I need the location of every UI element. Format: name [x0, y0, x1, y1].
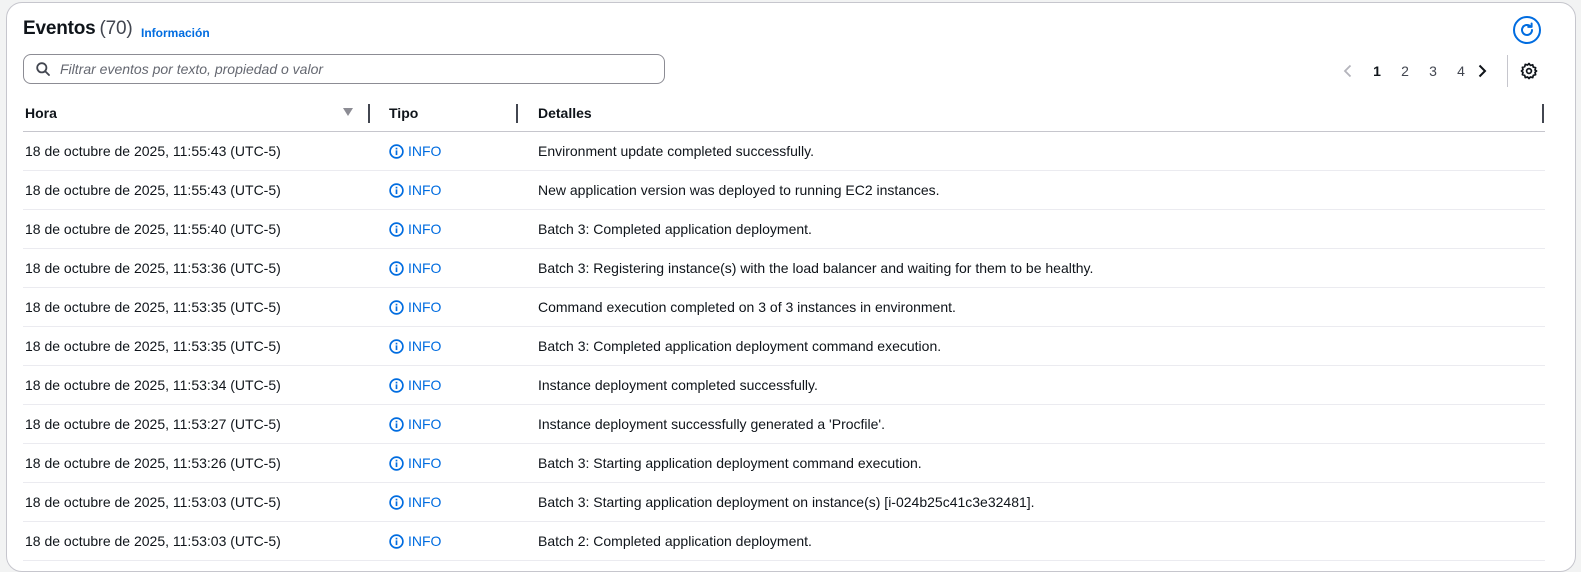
pagination: 1 2 3 4 [1341, 61, 1489, 81]
event-details: Batch 3: Registering instance(s) with th… [538, 260, 1094, 276]
table-row: 18 de octubre de 2025, 11:53:35 (UTC-5) I… [23, 288, 1545, 327]
event-type: INFO [389, 221, 441, 237]
column-header-detalles: Detalles [538, 105, 592, 121]
event-type: INFO [389, 338, 441, 354]
previous-page-button[interactable] [1341, 64, 1355, 78]
event-time: 18 de octubre de 2025, 11:53:35 (UTC-5) [25, 338, 281, 354]
refresh-button[interactable] [1513, 16, 1541, 44]
event-type-label: INFO [408, 299, 442, 315]
search-icon [36, 62, 50, 76]
panel-title-text: Eventos [23, 18, 96, 39]
info-circle-icon [389, 221, 404, 237]
info-circle-icon [389, 299, 404, 315]
event-time: 18 de octubre de 2025, 11:55:40 (UTC-5) [25, 221, 281, 237]
table-row: 18 de octubre de 2025, 11:53:03 (UTC-5) I… [23, 522, 1545, 561]
event-type: INFO [389, 455, 441, 471]
table-row: 18 de octubre de 2025, 11:53:27 (UTC-5) I… [23, 405, 1545, 444]
event-time: 18 de octubre de 2025, 11:53:27 (UTC-5) [25, 416, 281, 432]
events-count: (70) [99, 18, 133, 39]
event-time: 18 de octubre de 2025, 11:53:36 (UTC-5) [25, 260, 281, 276]
info-circle-icon [389, 416, 404, 432]
search-input[interactable] [58, 60, 642, 78]
preferences-button[interactable] [1520, 62, 1538, 80]
event-type: INFO [389, 260, 441, 276]
table-row: 18 de octubre de 2025, 11:55:43 (UTC-5) I… [23, 132, 1545, 171]
gear-icon [1520, 62, 1538, 80]
column-header-tipo: Tipo [389, 105, 419, 121]
event-time: 18 de octubre de 2025, 11:53:03 (UTC-5) [25, 533, 281, 549]
table-row: 18 de octubre de 2025, 11:53:36 (UTC-5) I… [23, 249, 1545, 288]
page-1-button[interactable]: 1 [1363, 63, 1391, 79]
event-type: INFO [389, 416, 441, 432]
next-page-button[interactable] [1475, 64, 1489, 78]
event-details: New application version was deployed to … [538, 182, 940, 198]
event-type: INFO [389, 494, 441, 510]
caret-down-icon[interactable] [343, 108, 353, 116]
event-type: INFO [389, 377, 441, 393]
event-type: INFO [389, 299, 441, 315]
table-row: 18 de octubre de 2025, 11:53:35 (UTC-5) I… [23, 327, 1545, 366]
table-row: 18 de octubre de 2025, 11:53:03 (UTC-5) I… [23, 483, 1545, 522]
event-type-label: INFO [408, 533, 442, 549]
event-time: 18 de octubre de 2025, 11:53:26 (UTC-5) [25, 455, 281, 471]
event-details: Instance deployment completed successful… [538, 377, 818, 393]
table-header: Hora Tipo Detalles [23, 95, 1545, 132]
event-time: 18 de octubre de 2025, 11:53:03 (UTC-5) [25, 494, 281, 510]
info-circle-icon [389, 143, 404, 159]
event-details: Batch 3: Starting application deployment… [538, 455, 922, 471]
column-resizer-tipo[interactable] [516, 104, 518, 123]
info-circle-icon [389, 182, 404, 198]
table-row: 18 de octubre de 2025, 11:55:43 (UTC-5) I… [23, 171, 1545, 210]
event-type-label: INFO [408, 260, 442, 276]
event-time: 18 de octubre de 2025, 11:55:43 (UTC-5) [25, 143, 281, 159]
chevron-right-icon [1478, 64, 1487, 78]
event-type-label: INFO [408, 416, 442, 432]
event-type-label: INFO [408, 338, 442, 354]
info-circle-icon [389, 455, 404, 471]
table-body: 18 de octubre de 2025, 11:55:43 (UTC-5) I… [23, 132, 1545, 561]
event-time: 18 de octubre de 2025, 11:53:34 (UTC-5) [25, 377, 281, 393]
event-details: Batch 3: Completed application deploymen… [538, 338, 942, 354]
info-circle-icon [389, 533, 404, 549]
event-details: Batch 2: Completed application deploymen… [538, 533, 812, 549]
event-time: 18 de octubre de 2025, 11:53:35 (UTC-5) [25, 299, 281, 315]
page-3-button[interactable]: 3 [1419, 63, 1447, 79]
events-panel: Eventos(70) Información 1 2 3 4 [6, 2, 1576, 572]
event-type: INFO [389, 143, 441, 159]
event-details: Command execution completed on 3 of 3 in… [538, 299, 956, 315]
event-details: Batch 3: Completed application deploymen… [538, 221, 812, 237]
column-header-hora[interactable]: Hora [25, 105, 57, 121]
info-circle-icon [389, 260, 404, 276]
info-circle-icon [389, 377, 404, 393]
event-type-label: INFO [408, 182, 442, 198]
event-type-label: INFO [408, 494, 442, 510]
info-circle-icon [389, 338, 404, 354]
event-type-label: INFO [408, 143, 442, 159]
event-details: Environment update completed successfull… [538, 143, 814, 159]
events-table: Hora Tipo Detalles 18 de octubre de 2025… [23, 95, 1545, 561]
page-4-button[interactable]: 4 [1447, 63, 1475, 79]
event-time: 18 de octubre de 2025, 11:55:43 (UTC-5) [25, 182, 281, 198]
info-circle-icon [389, 494, 404, 510]
page-2-button[interactable]: 2 [1391, 63, 1419, 79]
pager-divider [1507, 55, 1508, 87]
column-resizer-detalles[interactable] [1542, 104, 1544, 123]
column-resizer-hora[interactable] [368, 104, 370, 123]
table-row: 18 de octubre de 2025, 11:53:34 (UTC-5) I… [23, 366, 1545, 405]
refresh-icon [1521, 22, 1533, 36]
panel-title: Eventos (70) [23, 18, 133, 40]
event-type: INFO [389, 533, 441, 549]
table-row: 18 de octubre de 2025, 11:53:26 (UTC-5) I… [23, 444, 1545, 483]
event-type-label: INFO [408, 221, 442, 237]
table-row: 18 de octubre de 2025, 11:55:40 (UTC-5) I… [23, 210, 1545, 249]
event-type: INFO [389, 182, 441, 198]
event-details: Batch 3: Starting application deployment… [538, 494, 1035, 510]
event-details: Instance deployment successfully generat… [538, 416, 885, 432]
info-link[interactable]: Información [141, 26, 210, 40]
chevron-left-icon [1343, 64, 1352, 78]
event-type-label: INFO [408, 377, 442, 393]
search-field[interactable] [23, 54, 665, 84]
event-type-label: INFO [408, 455, 442, 471]
